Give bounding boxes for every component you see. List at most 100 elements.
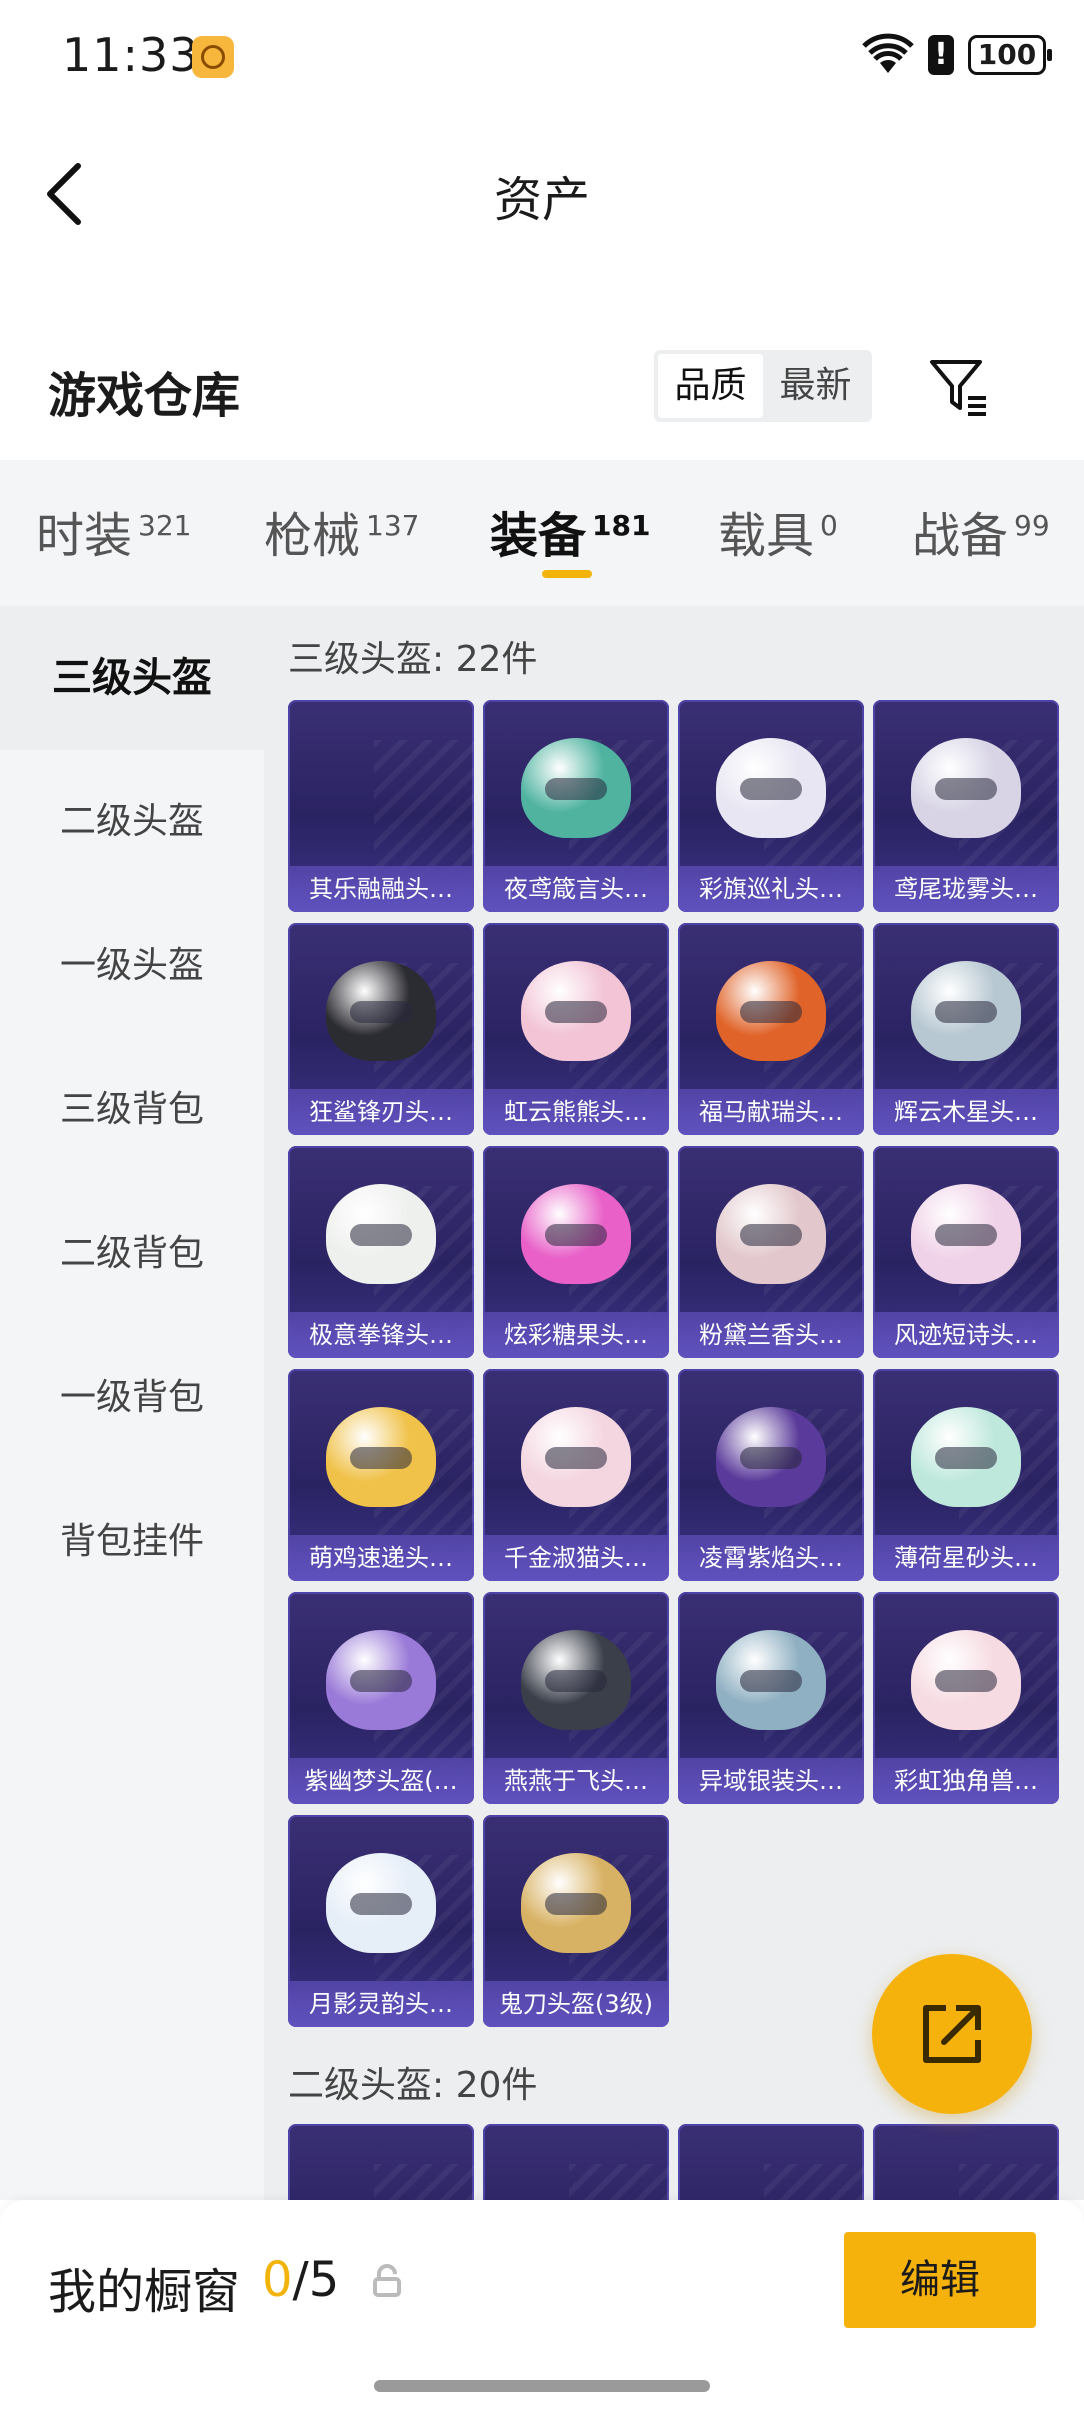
tab-count: 321 [138, 509, 192, 542]
item-card[interactable]: 鸢尾珑雾头… [873, 700, 1059, 912]
item-name: 辉云木星头… [873, 1089, 1059, 1135]
group-title-level3-helmet: 三级头盔: 22件 [288, 639, 538, 680]
item-card[interactable]: 极意拳锋头… [288, 1146, 474, 1358]
item-card[interactable] [288, 2124, 474, 2200]
active-tab-indicator [542, 570, 592, 578]
sidebar-item-level2-backpack[interactable]: 二级背包 [0, 1182, 264, 1326]
tab-count: 137 [366, 509, 420, 542]
item-card[interactable]: 狂鲨锋刃头… [288, 923, 474, 1135]
sidebar-item-level2-helmet[interactable]: 二级头盔 [0, 750, 264, 894]
sidebar-item-level3-backpack[interactable]: 三级背包 [0, 1038, 264, 1182]
sort-by-quality[interactable]: 品质 [658, 354, 763, 418]
helmet-image [521, 1407, 631, 1507]
item-card[interactable]: 福马献瑞头… [678, 923, 864, 1135]
sidebar-item-level1-backpack[interactable]: 一级背包 [0, 1326, 264, 1470]
item-name: 千金淑猫头… [483, 1535, 669, 1581]
tab-label: 枪械 [264, 508, 361, 564]
item-name: 月影灵韵头… [288, 1981, 474, 2027]
item-name: 其乐融融头… [288, 866, 474, 912]
item-card[interactable]: 彩虹独角兽… [873, 1592, 1059, 1804]
helmet-image [326, 961, 436, 1061]
warehouse-title: 游戏仓库 [48, 368, 241, 424]
item-card[interactable]: 燕燕于飞头… [483, 1592, 669, 1804]
tab-weapons[interactable]: 枪械 137 [264, 496, 419, 566]
helmet-image [521, 738, 631, 838]
helmet-image [911, 1407, 1021, 1507]
item-card[interactable]: 炫彩糖果头… [483, 1146, 669, 1358]
item-name: 凌霄紫焰头… [678, 1535, 864, 1581]
item-card[interactable]: 薄荷星砂头… [873, 1369, 1059, 1581]
item-card[interactable]: 其乐融融头… [288, 700, 474, 912]
helmet-image [911, 1184, 1021, 1284]
item-card[interactable]: 彩旗巡礼头… [678, 700, 864, 912]
battery-icon: 100 [968, 35, 1052, 75]
item-name: 鸢尾珑雾头… [873, 866, 1059, 912]
item-name: 彩旗巡礼头… [678, 866, 864, 912]
item-card[interactable]: 异域银装头… [678, 1592, 864, 1804]
sidebar-item-backpack-charm[interactable]: 背包挂件 [0, 1470, 264, 1614]
item-card[interactable]: 月影灵韵头… [288, 1815, 474, 2027]
item-name: 彩虹独角兽… [873, 1758, 1059, 1804]
tab-label: 时装 [36, 508, 133, 564]
alert-icon: ! [928, 35, 954, 75]
tab-count: 0 [820, 509, 838, 542]
sidebar-item-level3-helmet[interactable]: 三级头盔 [0, 606, 264, 750]
sort-by-newest[interactable]: 最新 [763, 354, 868, 418]
item-name: 虹云熊熊头… [483, 1089, 669, 1135]
lock-icon [373, 2264, 401, 2297]
item-name: 炫彩糖果头… [483, 1312, 669, 1358]
group-title-level2-helmet: 二级头盔: 20件 [288, 2065, 538, 2106]
status-icons: ! 100 [862, 30, 1052, 80]
item-card[interactable]: 凌霄紫焰头… [678, 1369, 864, 1581]
item-name: 夜鸢箴言头… [483, 866, 669, 912]
share-button[interactable] [872, 1954, 1032, 2114]
showcase-count-total: /5 [292, 2252, 340, 2308]
showcase-count: 0/5 [262, 2252, 339, 2308]
item-card[interactable]: 鬼刀头盔(3级) [483, 1815, 669, 2027]
filter-icon[interactable] [928, 356, 990, 418]
helmet-image [911, 738, 1021, 838]
helmet-image [521, 1853, 631, 1953]
sidebar: 三级头盔 二级头盔 一级头盔 三级背包 二级背包 一级背包 背包挂件 [0, 606, 264, 2200]
bottom-bar: 我的橱窗 0/5 编辑 [0, 2200, 1084, 2412]
status-bar: 11:33 ! 100 [0, 0, 1084, 110]
item-name: 紫幽梦头盔(… [288, 1758, 474, 1804]
home-indicator [374, 2380, 710, 2392]
tab-label: 战备 [912, 508, 1009, 564]
item-card[interactable]: 萌鸡速递头… [288, 1369, 474, 1581]
item-card[interactable]: 辉云木星头… [873, 923, 1059, 1135]
tab-count: 99 [1014, 509, 1050, 542]
item-name: 狂鲨锋刃头… [288, 1089, 474, 1135]
edit-button[interactable]: 编辑 [844, 2232, 1036, 2328]
tab-count: 181 [592, 509, 651, 542]
tab-label: 载具 [718, 508, 815, 564]
item-card[interactable]: 千金淑猫头… [483, 1369, 669, 1581]
item-card[interactable] [483, 2124, 669, 2200]
helmet-image [326, 1184, 436, 1284]
helmet-image [716, 1184, 826, 1284]
helmet-image [716, 1407, 826, 1507]
tab-supplies[interactable]: 战备 99 [912, 496, 1050, 566]
item-name: 鬼刀头盔(3级) [483, 1981, 669, 2027]
tab-fashion[interactable]: 时装 321 [36, 496, 191, 566]
helmet-image [521, 1184, 631, 1284]
notification-app-icon [192, 36, 234, 78]
item-card[interactable]: 虹云熊熊头… [483, 923, 669, 1135]
page-title: 资产 [493, 172, 590, 228]
status-time: 11:33 [62, 28, 200, 82]
item-card[interactable]: 风迹短诗头… [873, 1146, 1059, 1358]
tab-equipment[interactable]: 装备 181 [490, 496, 650, 566]
wifi-icon [862, 33, 914, 73]
item-card[interactable]: 紫幽梦头盔(… [288, 1592, 474, 1804]
item-name: 极意拳锋头… [288, 1312, 474, 1358]
item-card[interactable] [678, 2124, 864, 2200]
sidebar-item-level1-helmet[interactable]: 一级头盔 [0, 894, 264, 1038]
category-tabs: 时装 321 枪械 137 装备 181 载具 0 战备 99 [0, 460, 1084, 606]
helmet-image [326, 1407, 436, 1507]
showcase-count-current: 0 [262, 2252, 293, 2308]
sort-toggle: 品质 最新 [654, 350, 872, 422]
item-card[interactable]: 粉黛兰香头… [678, 1146, 864, 1358]
tab-vehicles[interactable]: 载具 0 [718, 496, 838, 566]
item-card[interactable]: 夜鸢箴言头… [483, 700, 669, 912]
item-card[interactable] [873, 2124, 1059, 2200]
